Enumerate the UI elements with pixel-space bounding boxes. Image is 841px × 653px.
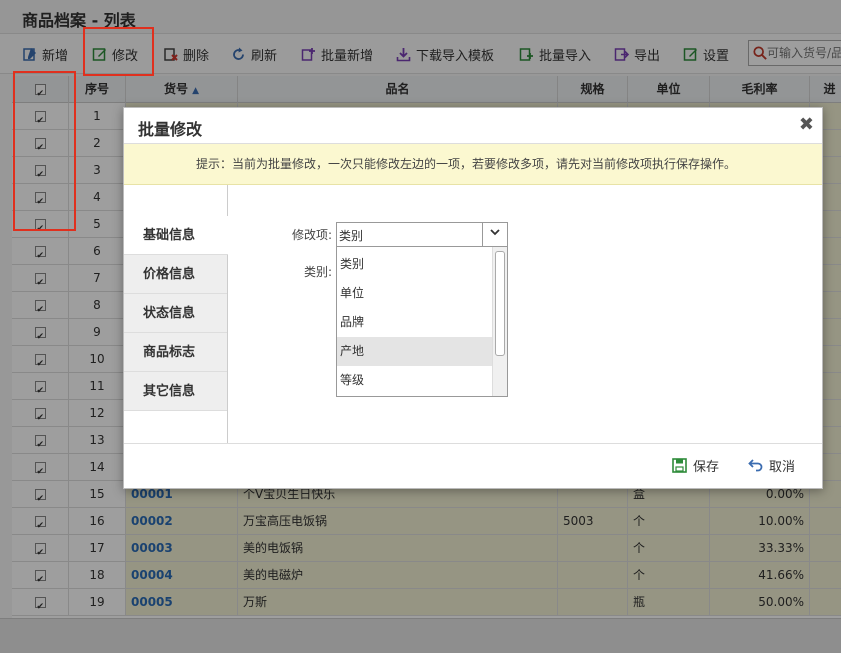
tab-other-info[interactable]: 其它信息: [124, 372, 227, 411]
dropdown-option-category[interactable]: 类别: [337, 250, 493, 279]
save-button-label: 保存: [693, 460, 720, 475]
highlight-edit-button: [83, 27, 154, 76]
field-dropdown: 类别 单位 品牌 产地 等级: [336, 246, 508, 397]
tip-banner: 提示：当前为批量修改，一次只能修改左边的一项，若要修改多项，请先对当前修改项执行…: [124, 144, 822, 185]
dialog-title: 批量修改: [138, 120, 203, 139]
tab-divider: [227, 185, 228, 216]
save-button[interactable]: 保存: [672, 456, 719, 475]
cancel-button[interactable]: 取消: [748, 456, 795, 475]
dialog-tabs: 基础信息 价格信息 状态信息 商品标志 其它信息: [124, 216, 228, 443]
highlight-checkboxes: [13, 71, 76, 231]
field-select[interactable]: 类别: [336, 222, 508, 247]
dialog-header: 批量修改 ✖: [124, 108, 822, 144]
field-select-value: 类别: [339, 229, 364, 243]
tab-price-info[interactable]: 价格信息: [124, 255, 227, 294]
cancel-button-label: 取消: [769, 460, 796, 475]
chevron-down-icon[interactable]: [482, 223, 507, 246]
save-icon: [672, 458, 687, 473]
dropdown-option-grade[interactable]: 等级: [337, 366, 493, 395]
tab-basic-info[interactable]: 基础信息: [124, 216, 228, 255]
tab-status-info[interactable]: 状态信息: [124, 294, 227, 333]
dropdown-option-brand[interactable]: 品牌: [337, 308, 493, 337]
close-icon[interactable]: ✖: [799, 114, 814, 135]
dialog-footer: 保存 取消: [124, 443, 822, 488]
field-label: 修改项:: [292, 228, 333, 242]
dropdown-scrollbar[interactable]: [492, 247, 507, 396]
batch-edit-dialog: 批量修改 ✖ 提示：当前为批量修改，一次只能修改左边的一项，若要修改多项，请先对…: [123, 107, 823, 489]
category-label: 类别:: [304, 265, 333, 279]
dropdown-option-origin[interactable]: 产地: [337, 337, 493, 366]
tab-product-flags[interactable]: 商品标志: [124, 333, 227, 372]
dropdown-scroll-thumb[interactable]: [495, 251, 505, 356]
undo-icon: [748, 459, 763, 472]
dropdown-option-unit[interactable]: 单位: [337, 279, 493, 308]
